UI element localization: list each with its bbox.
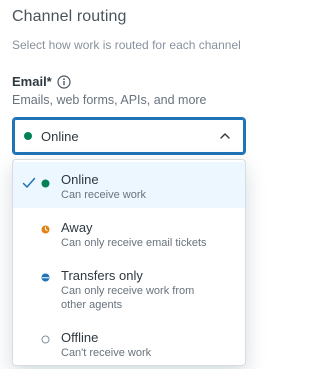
option-description-line-1: Can only receive work from (61, 285, 195, 297)
transfers-half-circle-icon (41, 273, 50, 282)
offline-ring-icon (41, 335, 50, 344)
online-dot-icon (24, 132, 32, 140)
option-away[interactable]: Away Can only receive email tickets (13, 212, 245, 256)
section-title: Channel routing (12, 8, 127, 25)
check-icon (22, 177, 36, 188)
email-field-hint: Emails, web forms, APIs, and more (12, 93, 207, 107)
option-description: Can't receive work (61, 347, 152, 359)
option-label: Offline (61, 330, 99, 345)
away-clock-icon (41, 225, 50, 234)
email-label-text: Email* (12, 74, 52, 89)
selected-value: Online (41, 128, 79, 144)
status-dropdown-menu: Online Can receive work Away Can only re… (12, 159, 246, 366)
email-field-label: Email* (12, 74, 71, 89)
info-icon[interactable] (57, 74, 71, 89)
section-description: Select how work is routed for each chann… (12, 38, 241, 52)
option-label: Away (61, 220, 93, 235)
option-label: Transfers only (61, 268, 143, 283)
option-description: Can receive work (61, 189, 146, 201)
option-description: Can only receive email tickets (61, 237, 207, 249)
option-offline[interactable]: Offline Can't receive work (13, 322, 245, 364)
option-online[interactable]: Online Can receive work (13, 162, 245, 208)
email-status-select[interactable]: Online (12, 117, 246, 155)
channel-routing-panel: Channel routing Select how work is route… (0, 0, 260, 369)
option-description-line-2: other agents (61, 299, 123, 311)
online-dot-icon (41, 179, 50, 188)
option-label: Online (61, 172, 99, 187)
option-transfers-only[interactable]: Transfers only Can only receive work fro… (13, 260, 245, 318)
chevron-up-icon (220, 133, 230, 139)
